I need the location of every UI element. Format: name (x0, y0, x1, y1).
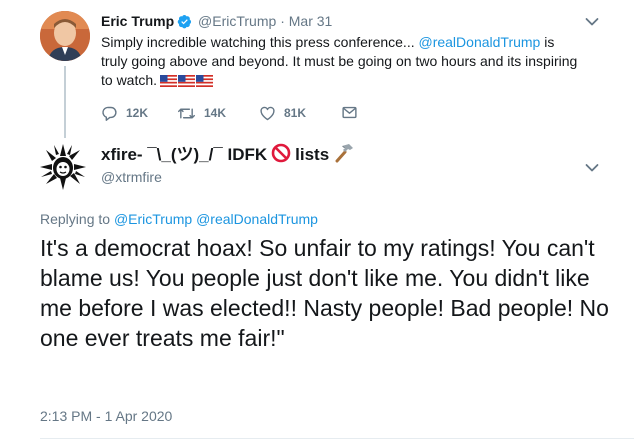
reply-count: 12K (126, 106, 149, 120)
parent-date[interactable]: Mar 31 (289, 13, 333, 29)
envelope-icon (342, 106, 357, 119)
prohibited-icon (271, 143, 291, 169)
mention-link[interactable]: @realDonaldTrump (418, 34, 540, 50)
replying-to-line: Replying to @EricTrump @realDonaldTrump (40, 210, 318, 228)
parent-text-start: Simply incredible watching this press co… (101, 34, 419, 50)
us-flag-icon (160, 73, 214, 92)
retweet-count: 14K (204, 106, 227, 120)
thread-connector-line (64, 66, 66, 138)
retweet-button[interactable]: 14K (177, 104, 226, 122)
retweet-icon (177, 108, 195, 118)
hammer-icon (333, 143, 355, 169)
reply-button[interactable]: 12K (101, 104, 148, 122)
header-separator: · (280, 13, 285, 29)
like-button[interactable]: 81K (259, 104, 306, 122)
avatar-eric-trump[interactable] (40, 11, 90, 61)
reply-timestamp[interactable]: 2:13 PM - 1 Apr 2020 (40, 407, 172, 425)
reply-name-lists: lists (295, 145, 330, 164)
verified-badge-icon (177, 14, 192, 33)
replying-to-label: Replying to (40, 211, 111, 227)
avatar-image (38, 142, 88, 192)
avatar-image (40, 11, 90, 61)
like-count: 81K (284, 106, 307, 120)
reply-icon (102, 106, 117, 121)
chevron-down-icon[interactable] (585, 17, 599, 27)
reply-tweet-text: It's a democrat hoax! So unfair to my ra… (40, 235, 609, 351)
parent-tweet-text: Simply incredible watching this press co… (101, 33, 581, 92)
parent-tweet-header: Eric Trump @EricTrump · Mar 31 (101, 12, 332, 33)
avatar-xtrmfire[interactable] (38, 142, 88, 192)
parent-handle[interactable]: @EricTrump (198, 13, 276, 29)
replying-mention-ericTrump[interactable]: @EricTrump (114, 211, 192, 227)
reply-name-text: xfire- ¯\_(ツ)_/¯ IDFK (101, 145, 268, 164)
replying-mention-realDonaldTrump[interactable]: @realDonaldTrump (196, 211, 318, 227)
heart-icon (260, 106, 275, 120)
chevron-down-icon[interactable] (585, 163, 599, 173)
direct-message-button[interactable] (341, 104, 366, 121)
tweet-thread: Eric Trump @EricTrump · Mar 31 Simply in… (0, 0, 634, 446)
reply-handle[interactable]: @xtrmfire (101, 168, 162, 186)
reply-display-name[interactable]: xfire- ¯\_(ツ)_/¯ IDFK lists (101, 143, 359, 169)
parent-display-name[interactable]: Eric Trump (101, 13, 174, 29)
divider (40, 438, 634, 439)
